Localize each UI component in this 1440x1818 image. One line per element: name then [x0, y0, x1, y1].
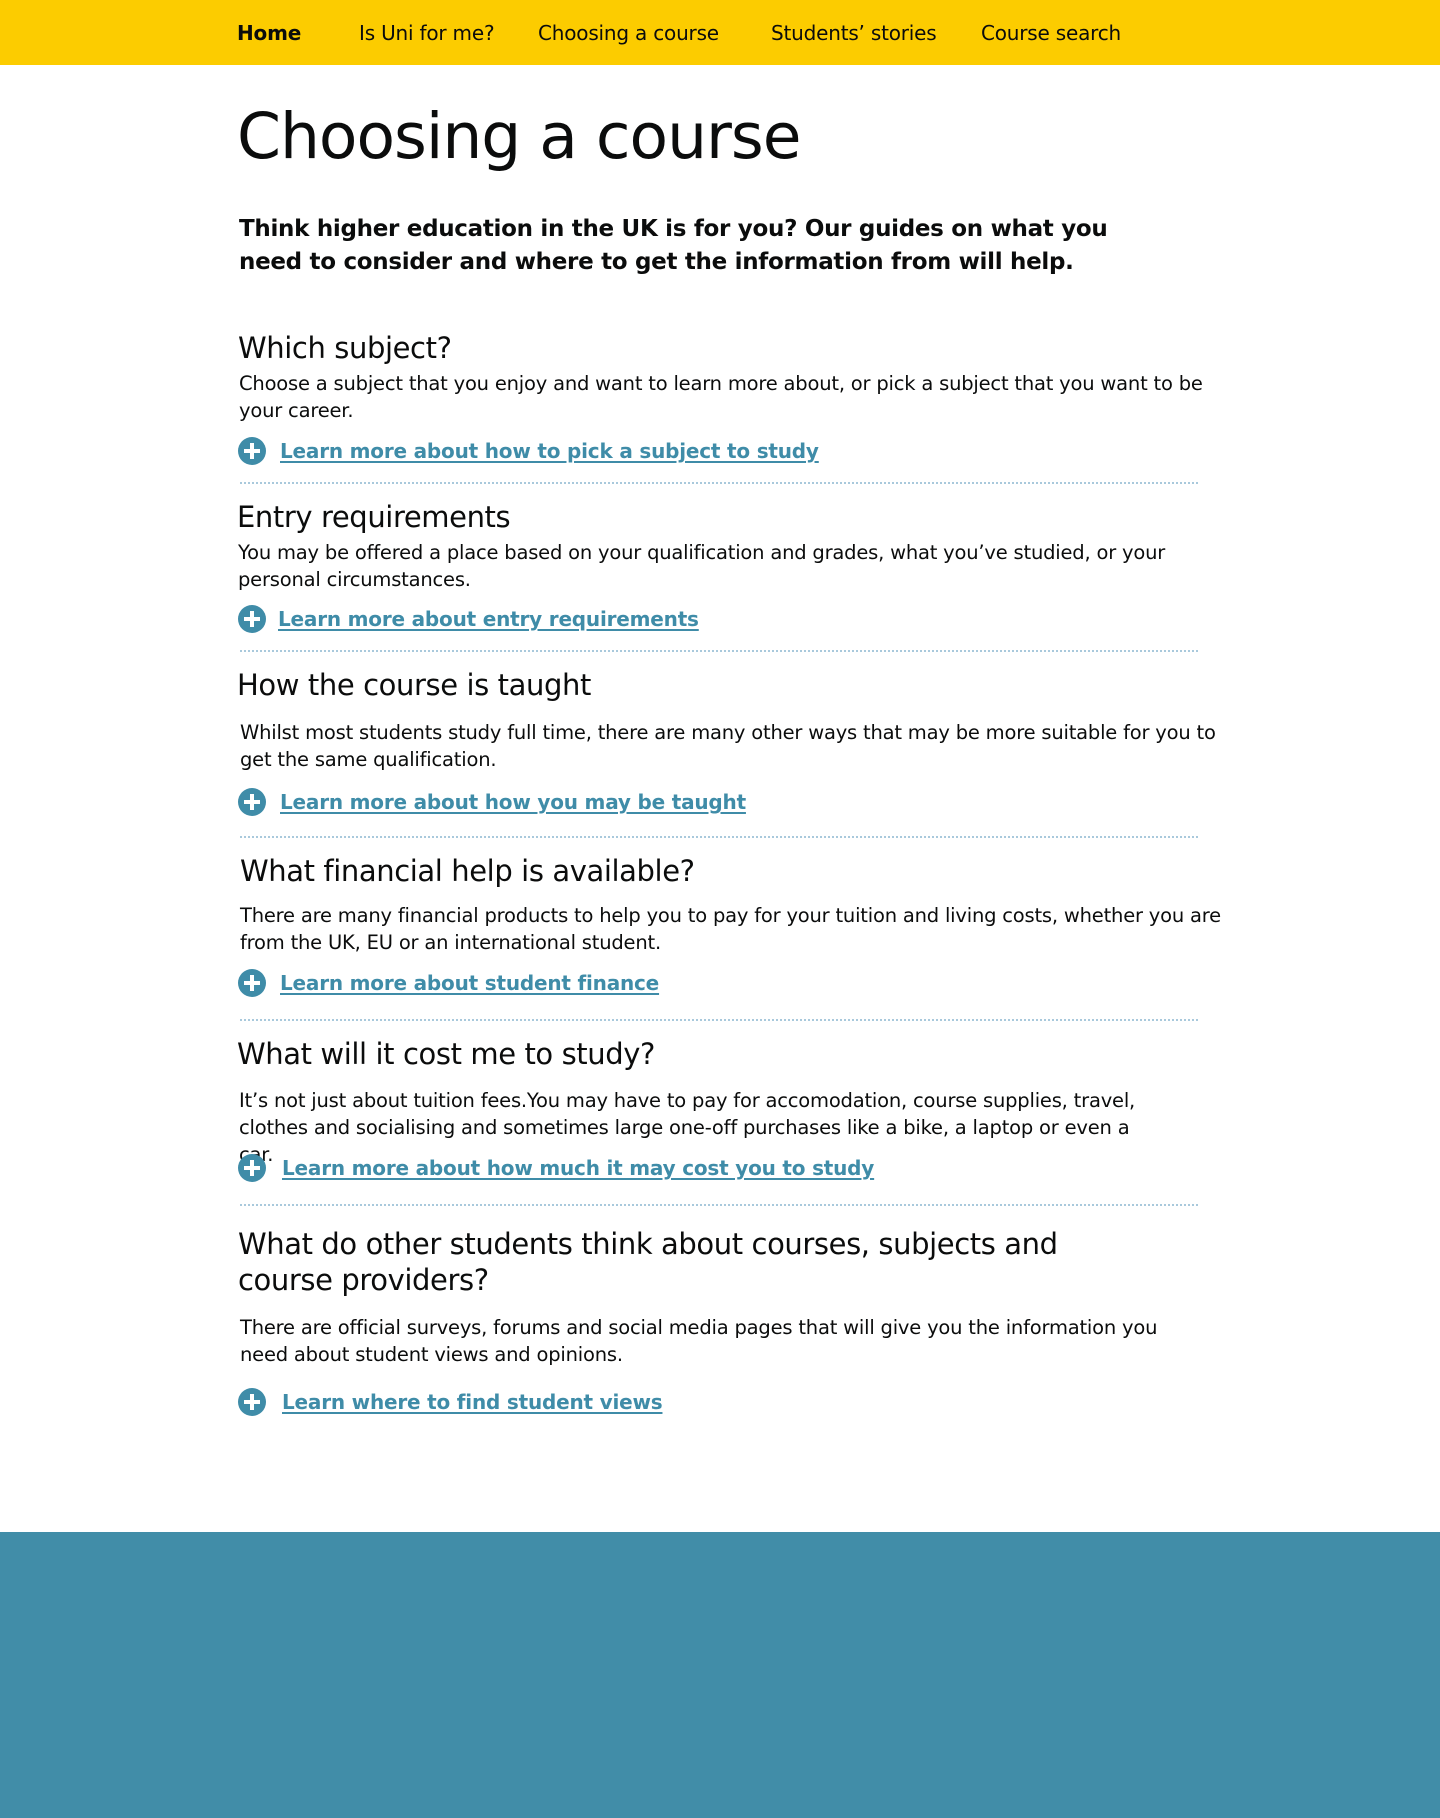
plus-circle-icon: [238, 605, 266, 633]
footer: [0, 1532, 1440, 1818]
section-heading-student-views: What do other students think about cours…: [238, 1227, 1058, 1297]
section-divider: [240, 1019, 1198, 1021]
learn-more-how-taught-link[interactable]: Learn more about how you may be taught: [280, 788, 746, 816]
top-navigation: Home Is Uni for me? Choosing a course St…: [0, 0, 1440, 65]
learn-more-cost-link[interactable]: Learn more about how much it may cost yo…: [282, 1154, 874, 1182]
learn-more-student-finance-link[interactable]: Learn more about student finance: [280, 969, 659, 997]
section-heading-financial-help: What financial help is available?: [240, 854, 695, 888]
nav-course-search[interactable]: Course search: [981, 19, 1121, 47]
section-text-student-views: There are official surveys, forums and s…: [240, 1316, 1158, 1366]
plus-circle-icon: [238, 969, 266, 997]
plus-circle-icon: [238, 1154, 266, 1182]
nav-home[interactable]: Home: [237, 19, 301, 47]
learn-more-student-finance[interactable]: Learn more about student finance: [238, 968, 659, 998]
learn-more-student-views-link[interactable]: Learn where to find student views: [282, 1388, 663, 1416]
learn-more-student-views[interactable]: Learn where to find student views: [238, 1387, 663, 1417]
section-divider: [240, 1204, 1198, 1206]
section-text-financial-help: There are many financial products to hel…: [240, 904, 1221, 954]
nav-choosing-a-course[interactable]: Choosing a course: [538, 19, 719, 47]
learn-more-entry-requirements-link[interactable]: Learn more about entry requirements: [278, 605, 699, 633]
learn-more-subject[interactable]: Learn more about how to pick a subject t…: [238, 436, 819, 466]
section-heading-which-subject: Which subject?: [238, 331, 452, 365]
intro-text: Think higher education in the UK is for …: [239, 216, 1108, 275]
section-divider: [240, 482, 1198, 484]
section-heading-cost: What will it cost me to study?: [237, 1037, 656, 1071]
learn-more-entry-requirements[interactable]: Learn more about entry requirements: [238, 604, 699, 634]
section-divider: [240, 650, 1198, 652]
section-text-how-taught: Whilst most students study full time, th…: [240, 721, 1216, 771]
learn-more-how-taught[interactable]: Learn more about how you may be taught: [238, 787, 746, 817]
learn-more-cost[interactable]: Learn more about how much it may cost yo…: [238, 1153, 874, 1183]
nav-is-uni-for-me[interactable]: Is Uni for me?: [359, 19, 495, 47]
plus-circle-icon: [238, 1388, 266, 1416]
plus-circle-icon: [238, 788, 266, 816]
plus-circle-icon: [238, 437, 266, 465]
page-title: Choosing a course: [237, 100, 802, 173]
section-divider: [240, 836, 1198, 838]
section-text-entry-requirements: You may be offered a place based on your…: [238, 541, 1166, 591]
section-heading-entry-requirements: Entry requirements: [237, 500, 511, 534]
learn-more-subject-link[interactable]: Learn more about how to pick a subject t…: [280, 437, 819, 465]
section-heading-how-taught: How the course is taught: [237, 668, 591, 702]
section-text-which-subject: Choose a subject that you enjoy and want…: [239, 372, 1203, 422]
nav-students-stories[interactable]: Students’ stories: [771, 19, 937, 47]
